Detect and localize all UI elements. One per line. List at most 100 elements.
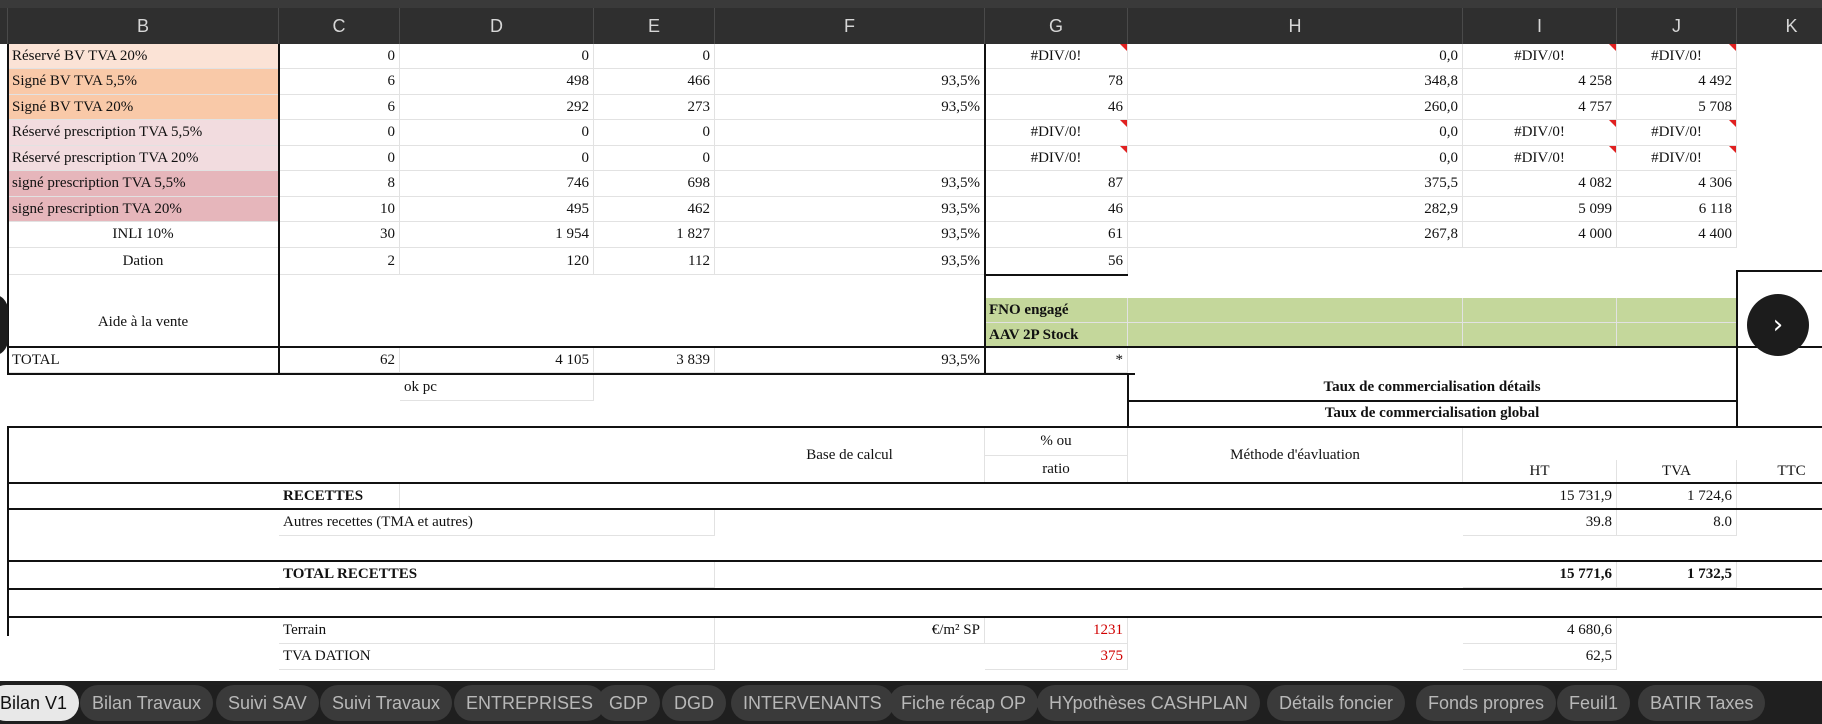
cell-h[interactable]: 375,5 — [1128, 171, 1463, 197]
column-header-g[interactable]: G — [985, 8, 1128, 44]
cell-i[interactable]: 4 258 — [1463, 69, 1617, 95]
cell-h[interactable]: 0,0 — [1128, 120, 1463, 146]
cell-h[interactable]: 0,0 — [1128, 146, 1463, 171]
sheet-tab-feuil1[interactable]: Feuil1 — [1557, 685, 1631, 721]
tva-header[interactable]: TVA — [1617, 460, 1737, 484]
total-recettes-label[interactable]: TOTAL RECETTES — [279, 562, 715, 588]
sheet-tab-fiche-recap-op[interactable]: Fiche récap OP — [889, 685, 1039, 721]
cell-c[interactable]: 0 — [279, 146, 400, 171]
column-header-k[interactable]: K — [1737, 8, 1822, 44]
sheet-tab-fonds-propres[interactable]: Fonds propres — [1416, 685, 1557, 721]
cell-b-label[interactable]: Réservé prescription TVA 5,5% — [8, 120, 279, 146]
cell-g[interactable]: 78 — [985, 69, 1128, 95]
recettes-label[interactable]: RECETTES — [279, 484, 400, 509]
cell-h[interactable]: 348,8 — [1128, 69, 1463, 95]
cell-f[interactable]: 93,5% — [715, 69, 985, 95]
cell-b-label[interactable]: Réservé BV TVA 20% — [8, 44, 279, 69]
sheet-tab-intervenants[interactable]: INTERVENANTS — [731, 685, 894, 721]
cell-i[interactable]: 4 000 — [1463, 222, 1617, 248]
recettes-ht[interactable]: 15 731,9 — [1463, 484, 1617, 509]
cell-i[interactable]: 4 082 — [1463, 171, 1617, 197]
cell-d[interactable]: 0 — [400, 146, 594, 171]
tva-dation-ht[interactable]: 62,5 — [1463, 644, 1617, 670]
cell-b-label[interactable]: signé prescription TVA 20% — [8, 197, 279, 222]
cell-j[interactable]: 6 118 — [1617, 197, 1737, 222]
sheet-tab-gdp[interactable]: GDP — [597, 685, 661, 721]
cell-g[interactable]: 61 — [985, 222, 1128, 248]
cell-d[interactable]: 0 — [400, 44, 594, 69]
cell-i-error[interactable]: #DIV/0! — [1463, 120, 1617, 146]
cell-b-label[interactable]: Signé BV TVA 5,5% — [8, 69, 279, 95]
cell-e[interactable]: 112 — [594, 248, 715, 275]
column-header-b[interactable]: B — [8, 8, 279, 44]
terrain-ratio[interactable]: 1231 — [985, 618, 1128, 644]
cell-i[interactable]: 5 099 — [1463, 197, 1617, 222]
cell-i[interactable]: 4 757 — [1463, 95, 1617, 120]
cell-j[interactable]: 4 306 — [1617, 171, 1737, 197]
sheet-tab-bilan-v1[interactable]: Bilan V1 — [0, 685, 80, 721]
spreadsheet-grid[interactable]: Réservé BV TVA 20% 0 0 0 #DIV/0! 0,0 #DI… — [0, 44, 1822, 681]
cell-e[interactable]: 462 — [594, 197, 715, 222]
cell-d[interactable]: 495 — [400, 197, 594, 222]
cell-c[interactable]: 2 — [279, 248, 400, 275]
pct-header-line2[interactable]: ratio — [985, 456, 1128, 484]
cell-b-label[interactable]: Réservé prescription TVA 20% — [8, 146, 279, 171]
cell-e[interactable]: 273 — [594, 95, 715, 120]
cell-g[interactable]: 87 — [985, 171, 1128, 197]
total-label[interactable]: TOTAL — [8, 348, 279, 373]
sheet-tab-suivi-sav[interactable]: Suivi SAV — [216, 685, 319, 721]
cell-c[interactable]: 0 — [279, 44, 400, 69]
column-header-j[interactable]: J — [1617, 8, 1737, 44]
cell-e[interactable]: 0 — [594, 44, 715, 69]
taux-details-label[interactable]: Taux de commercialisation détails — [1128, 375, 1737, 401]
cell-g[interactable]: 46 — [985, 197, 1128, 222]
cell-c[interactable]: 10 — [279, 197, 400, 222]
column-header-e[interactable]: E — [594, 8, 715, 44]
cell-j[interactable]: 4 400 — [1617, 222, 1737, 248]
cell-c[interactable]: 8 — [279, 171, 400, 197]
cell-j-error[interactable]: #DIV/0! — [1617, 146, 1737, 171]
cell-d[interactable]: 120 — [400, 248, 594, 275]
cell-d[interactable]: 746 — [400, 171, 594, 197]
tva-dation-ratio[interactable]: 375 — [985, 644, 1128, 670]
cell-d[interactable]: 1 954 — [400, 222, 594, 248]
cell-f[interactable] — [715, 44, 985, 69]
cell-b-label[interactable]: Dation — [8, 248, 279, 275]
cell-h[interactable]: 0,0 — [1128, 44, 1463, 69]
cell-g-error[interactable]: #DIV/0! — [985, 146, 1128, 171]
fno-cell-i[interactable] — [1463, 298, 1617, 323]
autres-recettes-tva[interactable]: 8.0 — [1617, 510, 1737, 536]
fno-cell-j[interactable] — [1617, 298, 1737, 323]
autres-recettes-label[interactable]: Autres recettes (TMA et autres) — [279, 510, 715, 536]
total-g[interactable]: * — [985, 348, 1128, 373]
cell-g[interactable]: 46 — [985, 95, 1128, 120]
cell-e[interactable]: 698 — [594, 171, 715, 197]
pct-header-line1[interactable]: % ou — [985, 428, 1128, 456]
cell-f[interactable] — [715, 120, 985, 146]
total-recettes-tva[interactable]: 1 732,5 — [1617, 562, 1737, 588]
terrain-base[interactable]: €/m² SP — [715, 618, 985, 644]
cell-e[interactable]: 0 — [594, 146, 715, 171]
fno-engage-label[interactable]: FNO engagé — [985, 298, 1128, 323]
column-header-i[interactable]: I — [1463, 8, 1617, 44]
cell-f[interactable]: 93,5% — [715, 248, 985, 275]
sheet-tab-batir-taxes[interactable]: BATIR Taxes — [1638, 685, 1766, 721]
total-recettes-ht[interactable]: 15 771,6 — [1463, 562, 1617, 588]
sheet-tab-entreprises[interactable]: ENTREPRISES — [454, 685, 606, 721]
tva-dation-label[interactable]: TVA DATION — [279, 644, 715, 670]
cell-c[interactable]: 6 — [279, 69, 400, 95]
total-f[interactable]: 93,5% — [715, 348, 985, 373]
cell-f[interactable] — [715, 146, 985, 171]
cell-b-label[interactable]: INLI 10% — [8, 222, 279, 248]
aav-cell-h[interactable] — [1128, 323, 1463, 348]
cell-g-error[interactable]: #DIV/0! — [985, 44, 1128, 69]
total-c[interactable]: 62 — [279, 348, 400, 373]
cell-j[interactable]: 4 492 — [1617, 69, 1737, 95]
cell-d[interactable]: 498 — [400, 69, 594, 95]
cell-b-label[interactable]: signé prescription TVA 5,5% — [8, 171, 279, 197]
cell-e[interactable]: 1 827 — [594, 222, 715, 248]
cell-j[interactable]: 5 708 — [1617, 95, 1737, 120]
terrain-ht[interactable]: 4 680,6 — [1463, 618, 1617, 644]
column-header-d[interactable]: D — [400, 8, 594, 44]
cell-b-label[interactable]: Signé BV TVA 20% — [8, 95, 279, 120]
